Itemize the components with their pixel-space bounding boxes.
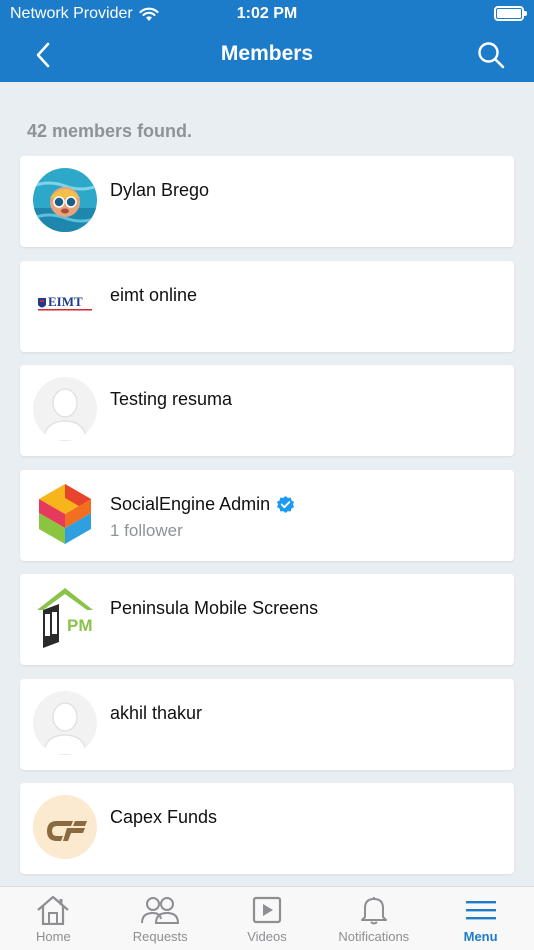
verified-badge-icon	[277, 495, 295, 513]
tab-home[interactable]: Home	[0, 887, 107, 950]
status-time: 1:02 PM	[236, 5, 298, 22]
tab-bar: Home Requests Videos Notifications Menu	[0, 886, 534, 950]
tab-label: Menu	[463, 929, 498, 944]
status-bar: Network Provider 1:02 PM	[0, 0, 534, 28]
member-card-testing-resuma[interactable]: Testing resuma	[20, 365, 514, 456]
default-avatar-icon	[33, 690, 97, 755]
member-name: akhil thakur	[110, 702, 203, 723]
tab-menu[interactable]: Menu	[427, 887, 534, 950]
people-icon	[141, 897, 180, 924]
member-name: SocialEngine Admin	[110, 494, 295, 515]
avatar	[33, 795, 97, 859]
member-card-peninsula-mobile-screens[interactable]: PM Peninsula Mobile Screens	[20, 574, 514, 665]
member-name: Capex Funds	[110, 807, 218, 827]
swimmer-photo-icon	[33, 168, 97, 232]
follower-count: 1 follower	[110, 520, 183, 540]
tab-notifications[interactable]: Notifications	[320, 887, 427, 950]
tab-label: Videos	[247, 929, 287, 944]
avatar	[33, 690, 97, 755]
member-name: eimt online	[110, 284, 198, 305]
capex-logo	[33, 795, 97, 859]
search-button[interactable]	[474, 38, 508, 72]
pm-logo: PM	[37, 588, 93, 648]
member-card-socialengine-admin[interactable]: SocialEngine Admin 1 follower	[20, 469, 514, 561]
tab-requests[interactable]: Requests	[107, 887, 214, 950]
home-icon	[37, 895, 70, 925]
page-title: Members	[220, 42, 314, 65]
avatar: PM	[33, 586, 97, 650]
avatar	[33, 168, 97, 232]
avatar: EIMT	[33, 272, 97, 337]
member-name: Peninsula Mobile Screens	[110, 598, 319, 618]
member-card-capex-funds[interactable]: Capex Funds	[20, 783, 514, 874]
avatar	[33, 482, 97, 546]
member-name: Testing resuma	[110, 389, 233, 409]
results-count: 42 members found.	[27, 121, 193, 141]
search-icon	[478, 42, 505, 69]
video-icon	[252, 896, 282, 924]
svg-text:PM: PM	[67, 616, 93, 635]
member-card-eimt-online[interactable]: EIMT eimt online	[20, 260, 514, 352]
tab-label: Requests	[132, 929, 188, 944]
svg-text:EIMT: EIMT	[48, 294, 83, 309]
tab-label: Home	[36, 929, 71, 944]
member-name: Dylan Brego	[110, 180, 210, 200]
eimt-logo: EIMT	[33, 272, 97, 337]
battery-icon	[494, 6, 527, 21]
navigation-bar: Members	[0, 28, 534, 82]
member-list: Dylan Brego EIMT eimt online Testing res…	[20, 156, 514, 888]
bell-icon	[360, 897, 387, 925]
menu-icon	[465, 901, 496, 920]
member-card-akhil-thakur[interactable]: akhil thakur	[20, 678, 514, 770]
avatar	[33, 377, 97, 441]
socialengine-logo	[39, 483, 91, 544]
default-avatar-icon	[33, 377, 97, 441]
tab-label: Notifications	[338, 929, 410, 944]
tab-videos[interactable]: Videos	[214, 887, 321, 950]
member-card-dylan-brego[interactable]: Dylan Brego	[20, 156, 514, 247]
